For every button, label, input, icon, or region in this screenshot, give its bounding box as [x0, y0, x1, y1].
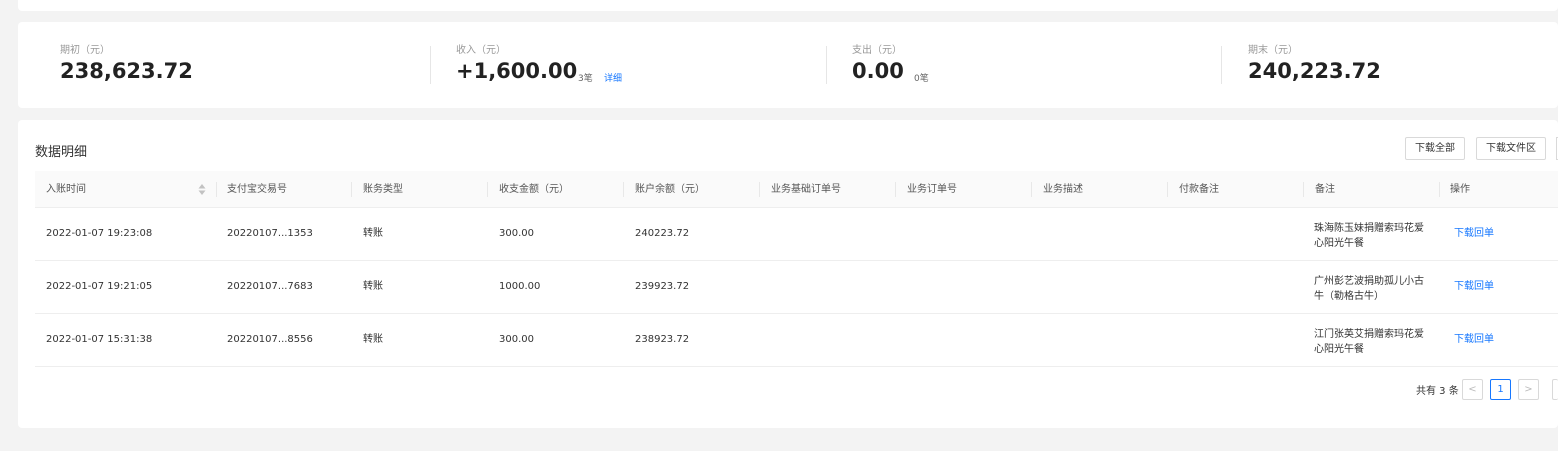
detail-title: 数据明细 — [35, 145, 88, 160]
column-separator — [623, 182, 624, 197]
column-separator — [351, 182, 352, 197]
column-separator — [1167, 182, 1168, 197]
column-separator — [1303, 182, 1304, 197]
cell-trade-no: 20220107...7683 — [227, 281, 313, 292]
download-receipt-link[interactable]: 下载回单 — [1454, 208, 1494, 260]
cell-type: 转账 — [363, 228, 383, 239]
column-separator — [1031, 182, 1032, 197]
data-detail-panel: 数据明细 下载全部 下载文件区 入账时间 支付宝交易号 账务类型 收支金额（元）… — [18, 120, 1558, 428]
opening-label: 期初（元） — [60, 45, 110, 56]
opening-value: 238,623.72 — [60, 59, 193, 83]
sort-icon[interactable] — [198, 184, 206, 195]
column-header-order-no: 业务订单号 — [907, 184, 957, 195]
cell-balance: 240223.72 — [635, 228, 690, 239]
cell-amount: 1000.00 — [499, 281, 541, 292]
cell-trade-no: 20220107...1353 — [227, 228, 313, 239]
chevron-right-icon: > — [1524, 384, 1533, 395]
next-page-button[interactable]: > — [1518, 379, 1539, 400]
chevron-left-icon: < — [1468, 384, 1477, 395]
summary-divider — [826, 46, 827, 84]
column-header-payment-note: 付款备注 — [1179, 184, 1219, 195]
download-file-area-button[interactable]: 下载文件区 — [1476, 137, 1546, 160]
table-row: 2022-01-07 15:31:38 20220107...8556 转账 3… — [35, 314, 1558, 367]
prev-page-button[interactable]: < — [1462, 379, 1483, 400]
column-header-time: 入账时间 — [46, 184, 86, 195]
column-separator — [1439, 182, 1440, 197]
expense-label: 支出（元） — [852, 45, 902, 56]
summary-divider — [1221, 46, 1222, 84]
column-header-balance: 账户余额（元） — [635, 184, 705, 195]
summary-divider — [430, 46, 431, 84]
column-header-type: 账务类型 — [363, 184, 403, 195]
cell-balance: 239923.72 — [635, 281, 690, 292]
closing-label: 期末（元） — [1248, 45, 1298, 56]
column-header-description: 业务描述 — [1043, 184, 1083, 195]
column-separator — [759, 182, 760, 197]
column-separator — [895, 182, 896, 197]
income-detail-link[interactable]: 详细 — [604, 71, 622, 84]
cell-time: 2022-01-07 19:21:05 — [46, 281, 153, 292]
download-receipt-link[interactable]: 下载回单 — [1454, 314, 1494, 366]
top-panel-edge — [18, 0, 1558, 11]
cell-amount: 300.00 — [499, 228, 534, 239]
cell-note: 珠海陈玉妹捐赠索玛花爱心阳光午餐 — [1314, 223, 1424, 249]
column-header-amount: 收支金额（元） — [499, 184, 569, 195]
page-size-selector[interactable] — [1552, 379, 1558, 400]
cell-note: 广州彭艺波捐助孤儿小古牛（勒格古牛） — [1314, 276, 1424, 302]
column-header-trade-no: 支付宝交易号 — [227, 184, 287, 195]
cell-time: 2022-01-07 15:31:38 — [46, 334, 153, 345]
summary-panel: 期初（元） 238,623.72 收入（元） +1,600.00 3笔 详细 支… — [18, 22, 1558, 108]
column-header-base-order-no: 业务基础订单号 — [771, 184, 841, 195]
expense-count: 0笔 — [914, 74, 929, 84]
income-count: 3笔 — [578, 74, 593, 84]
table-row: 2022-01-07 19:21:05 20220107...7683 转账 1… — [35, 261, 1558, 314]
cell-trade-no: 20220107...8556 — [227, 334, 313, 345]
income-label: 收入（元） — [456, 45, 506, 56]
column-separator — [487, 182, 488, 197]
column-separator — [216, 182, 217, 197]
download-all-button[interactable]: 下载全部 — [1405, 137, 1465, 160]
income-value: +1,600.00 — [456, 59, 578, 83]
cell-type: 转账 — [363, 334, 383, 345]
expense-value: 0.00 — [852, 59, 904, 83]
cell-note: 江门张英艾捐赠索玛花爱心阳光午餐 — [1314, 329, 1424, 355]
table-header: 入账时间 支付宝交易号 账务类型 收支金额（元） 账户余额（元） 业务基础订单号… — [35, 171, 1558, 208]
cell-balance: 238923.72 — [635, 334, 690, 345]
column-header-note: 备注 — [1315, 184, 1335, 195]
closing-value: 240,223.72 — [1248, 59, 1381, 83]
pagination-total: 共有 3 条 — [1416, 386, 1459, 397]
table-row: 2022-01-07 19:23:08 20220107...1353 转账 3… — [35, 208, 1558, 261]
download-receipt-link[interactable]: 下载回单 — [1454, 261, 1494, 313]
cell-amount: 300.00 — [499, 334, 534, 345]
cell-type: 转账 — [363, 281, 383, 292]
page-number-button[interactable]: 1 — [1490, 379, 1511, 400]
cell-time: 2022-01-07 19:23:08 — [46, 228, 153, 239]
column-header-action: 操作 — [1450, 184, 1470, 195]
